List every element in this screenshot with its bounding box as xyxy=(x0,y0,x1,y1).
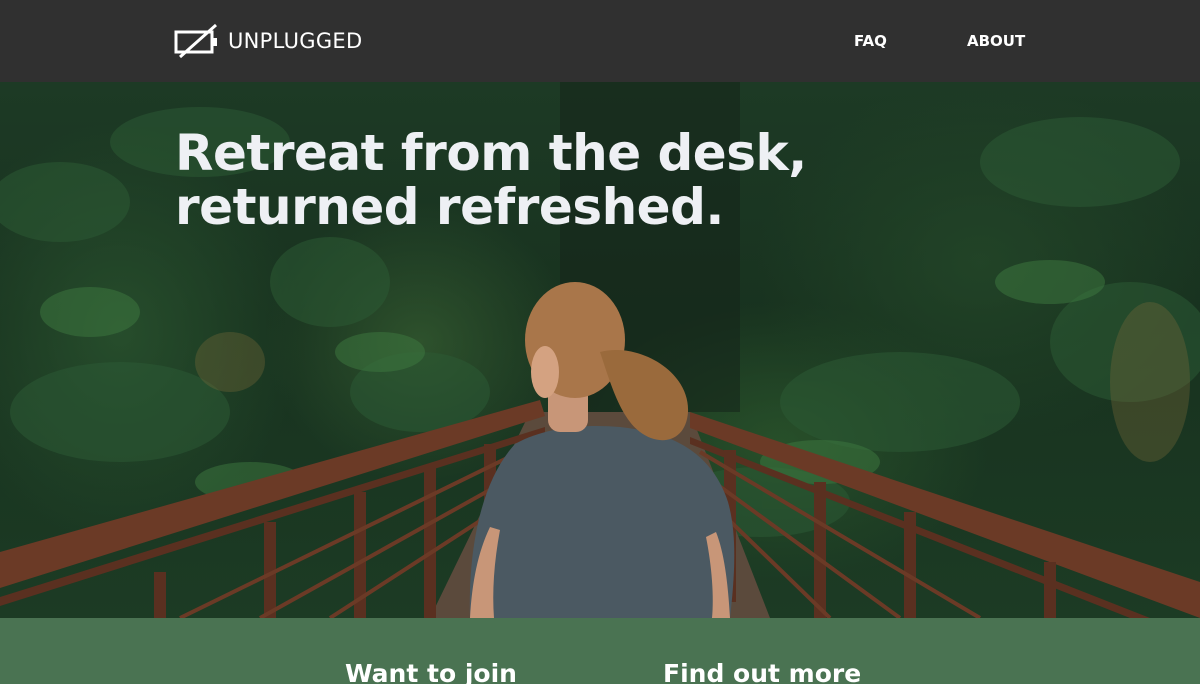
hero-headline: Retreat from the desk, returned refreshe… xyxy=(175,126,935,234)
nav-link-about[interactable]: ABOUT xyxy=(967,30,1025,52)
join-heading: Want to join xyxy=(345,659,517,684)
cta-section: Want to join Find out more xyxy=(0,618,1200,684)
brand-logo-link[interactable]: UNPLUGGED xyxy=(174,22,362,60)
find-out-more-heading: Find out more xyxy=(663,659,862,684)
unplugged-battery-icon xyxy=(174,23,220,59)
hero-section: Retreat from the desk, returned refreshe… xyxy=(0,82,1200,618)
hero-headline-line-1: Retreat from the desk, xyxy=(175,124,807,182)
navbar: UNPLUGGED FAQ ABOUT xyxy=(0,0,1200,82)
hero-headline-line-2: returned refreshed. xyxy=(175,178,724,236)
nav-link-faq[interactable]: FAQ xyxy=(854,30,887,52)
brand-name: UNPLUGGED xyxy=(228,28,363,53)
